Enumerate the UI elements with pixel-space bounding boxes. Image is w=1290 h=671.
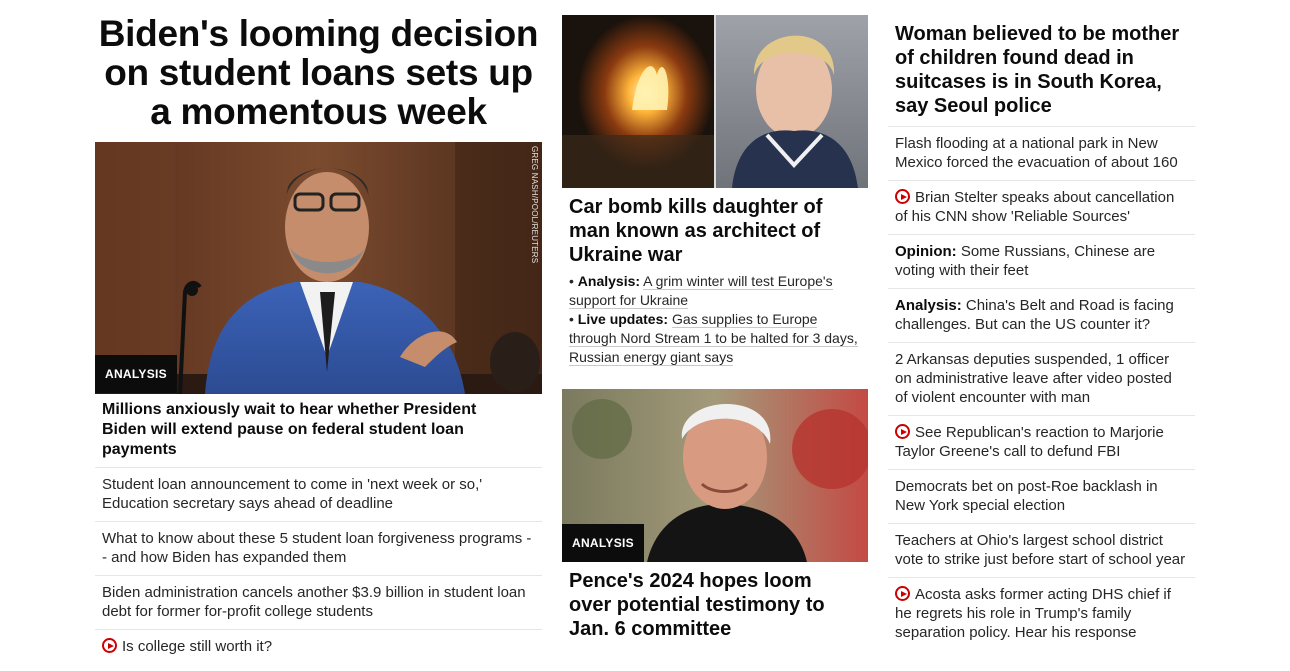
list-item[interactable]: 2 Arkansas deputies suspended, 1 officer… <box>888 342 1195 415</box>
related-bullet: • Analysis: A grim winter will test Euro… <box>569 273 833 309</box>
car-bomb-story-image[interactable] <box>562 15 868 188</box>
list-item-label: See Republican's reaction to Marjorie Ta… <box>895 424 1164 460</box>
car-bomb-headline: Car bomb kills daughter of man known as … <box>569 196 823 266</box>
play-circle-icon <box>895 424 910 439</box>
list-item-video[interactable]: See Republican's reaction to Marjorie Ta… <box>888 415 1195 469</box>
photo-credit: GREG NASH/POOL/REUTERS <box>530 146 539 264</box>
list-item[interactable]: What to know about these 5 student loan … <box>95 521 542 575</box>
pence-story-image[interactable]: ANALYSIS <box>562 389 868 562</box>
analysis-badge: ANALYSIS <box>562 524 644 562</box>
headlines-list-column: Woman believed to be mother of children … <box>888 0 1195 650</box>
list-item[interactable]: Flash flooding at a national park in New… <box>888 126 1195 180</box>
play-circle-icon <box>895 586 910 601</box>
item-prefix: Opinion: <box>895 243 957 260</box>
list-item[interactable]: Student loan announcement to come in 'ne… <box>95 467 542 521</box>
car-bomb-related: • Analysis: A grim winter will test Euro… <box>569 272 865 367</box>
item-prefix: Analysis: <box>895 297 962 314</box>
list-item-video[interactable]: Brian Stelter speaks about cancellation … <box>888 180 1195 234</box>
top-headline: Woman believed to be mother of children … <box>895 23 1180 117</box>
car-bomb-photo <box>562 15 868 188</box>
list-item[interactable]: Teachers at Ohio's largest school distri… <box>888 523 1195 577</box>
bullet-label: Analysis: <box>577 273 641 289</box>
lead-caption-link[interactable]: Millions anxiously wait to hear whether … <box>102 400 522 460</box>
pence-headline: Pence's 2024 hopes loom over potential t… <box>569 570 825 640</box>
lead-headline: Biden's looming decision on student loan… <box>98 13 539 132</box>
lead-story-column: Biden's looming decision on student loan… <box>95 0 542 655</box>
top-headline-link[interactable]: Woman believed to be mother of children … <box>888 0 1195 126</box>
list-item[interactable]: Democrats bet on post-Roe backlash in Ne… <box>888 469 1195 523</box>
list-item[interactable]: Biden administration cancels another $3.… <box>95 575 542 629</box>
lead-headline-link[interactable]: Biden's looming decision on student loan… <box>95 0 542 131</box>
list-item[interactable]: Analysis: China's Belt and Road is facin… <box>888 288 1195 342</box>
lead-related-list: Student loan announcement to come in 'ne… <box>95 467 542 664</box>
analysis-badge: ANALYSIS <box>95 355 177 393</box>
related-bullet: • Live updates: Gas supplies to Europe t… <box>569 311 858 366</box>
list-item-label: Acosta asks former acting DHS chief if h… <box>895 586 1171 641</box>
play-circle-icon <box>895 189 910 204</box>
bullet-label: Live updates: <box>577 311 669 327</box>
list-item-video[interactable]: Is college still worth it? <box>95 629 542 664</box>
list-item-video[interactable]: Acosta asks former acting DHS chief if h… <box>888 577 1195 650</box>
list-item-label: Brian Stelter speaks about cancellation … <box>895 189 1175 225</box>
play-circle-icon <box>102 638 117 653</box>
list-item-label: Is college still worth it? <box>122 638 273 655</box>
list-item[interactable]: Opinion: Some Russians, Chinese are voti… <box>888 234 1195 288</box>
lead-story-image[interactable]: ANALYSIS GREG NASH/POOL/REUTERS <box>95 142 542 394</box>
